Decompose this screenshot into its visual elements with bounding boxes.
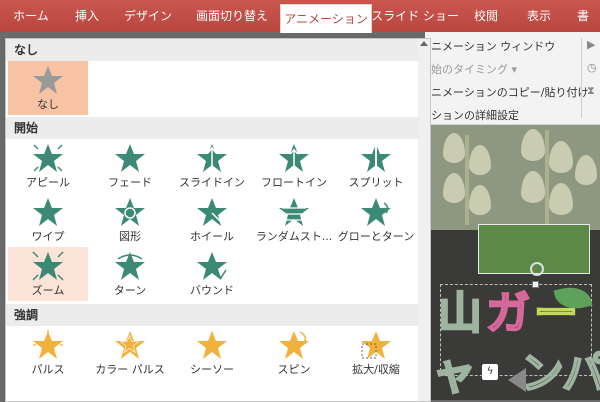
slide-title-char: ガ	[485, 288, 531, 339]
trigger-label: 始のタイミング	[431, 63, 508, 76]
animation-option[interactable]: フロートイン	[254, 139, 334, 193]
fern-leaf	[575, 155, 597, 185]
fern-leaf	[521, 171, 545, 203]
animation-option-label: バウンド	[190, 284, 234, 297]
hourglass-icon[interactable]: ⧗	[587, 84, 595, 98]
animation-option[interactable]: ランダムスト...	[254, 193, 334, 247]
speaker-icon	[508, 368, 526, 392]
fern-stem	[465, 135, 469, 225]
animation-option-label: スプリット	[348, 176, 404, 189]
tab-animations[interactable]: アニメーション	[280, 4, 372, 33]
animation-option[interactable]: ズーム	[8, 247, 88, 301]
animation-option[interactable]: 図形	[90, 193, 170, 247]
animation-option[interactable]: ターン	[90, 247, 170, 301]
animation-option-label: スピン	[277, 363, 311, 376]
animation-window-button[interactable]: ニメーション ウィンドウ	[431, 38, 555, 54]
advanced-animation-label: ションの詳細設定	[431, 109, 519, 122]
fern-leaf	[443, 133, 465, 163]
animation-option-label: なし	[37, 98, 59, 111]
animation-option-label: スライドイン	[179, 176, 245, 189]
animation-option[interactable]: スピン	[254, 326, 334, 380]
rotate-handle[interactable]	[530, 262, 544, 276]
slide-background-pattern	[425, 125, 600, 230]
fern-leaf	[443, 173, 465, 203]
animation-option-label: シーソー	[190, 363, 234, 376]
animation-option[interactable]: スライドイン	[172, 139, 252, 193]
animation-option[interactable]: アピール	[8, 139, 88, 193]
tab-view[interactable]: 表示	[512, 0, 566, 32]
tab-slideshow[interactable]: スライド ショー	[370, 0, 460, 32]
animation-option-label: フロートイン	[261, 176, 327, 189]
tab-extra[interactable]: 書	[566, 0, 600, 32]
fern-leaf	[549, 141, 573, 173]
chevron-down-icon: ▾	[511, 63, 518, 76]
animation-option-label: ホイール	[190, 230, 234, 243]
animation-option-label: カラー パルス	[95, 363, 165, 376]
animation-option[interactable]: フェード	[90, 139, 170, 193]
animation-option[interactable]: シーソー	[172, 326, 252, 380]
animation-gallery: なし 開始 強調 なしアピール フェード スライドイン フロートイン スプリットワイプ 図…	[5, 38, 420, 402]
scroll-up-icon[interactable]	[420, 41, 428, 46]
animation-option-label: ランダムスト...	[255, 230, 333, 243]
play-icon[interactable]: ▶	[587, 38, 595, 51]
animation-option[interactable]: パルス	[8, 326, 88, 380]
animation-option[interactable]: ワイプ	[8, 193, 88, 247]
trigger-button[interactable]: 始のタイミング ▾	[431, 61, 517, 77]
animation-option[interactable]: 拡大/収縮	[336, 326, 416, 380]
section-header-emphasis: 強調	[6, 304, 419, 326]
animation-option[interactable]: カラー パルス	[90, 326, 170, 380]
animation-painter-button[interactable]: ニメーションのコピー/貼り付け	[431, 84, 589, 100]
animation-option-label: アピール	[26, 176, 70, 189]
ribbon-tab-bar: ホーム 挿入 デザイン 画面切り替え アニメーション スライド ショー 校閲 表…	[0, 0, 600, 33]
animation-option-label: 図形	[119, 230, 141, 243]
resize-handle[interactable]	[532, 281, 539, 288]
fern-leaf	[469, 145, 491, 175]
animation-option[interactable]: バウンド	[172, 247, 252, 301]
tab-design[interactable]: デザイン	[112, 0, 184, 32]
advanced-animation-group: ニメーション ウィンドウ 始のタイミング ▾ ニメーションのコピー/貼り付け シ…	[425, 32, 600, 125]
tab-transitions[interactable]: 画面切り替え	[184, 0, 280, 32]
slide-subtitle-char: ン	[519, 348, 565, 399]
animation-option-label: ターン	[113, 284, 147, 297]
section-header-entrance: 開始	[6, 117, 419, 139]
fern-leaf	[469, 185, 491, 215]
animation-option-label: 拡大/収縮	[352, 363, 400, 376]
tab-review[interactable]: 校閲	[460, 0, 512, 32]
clock-icon[interactable]: ◷	[587, 61, 597, 74]
slide-subtitle-char: ャ	[431, 348, 477, 399]
animation-option[interactable]: なし	[8, 61, 88, 115]
fern-leaf	[549, 183, 573, 215]
lightning-icon[interactable]: ϟ	[482, 364, 498, 380]
animation-option[interactable]: ホイール	[172, 193, 252, 247]
section-header-none: なし	[6, 39, 419, 61]
gallery-scrollbar[interactable]	[418, 38, 431, 402]
fern-leaf	[521, 129, 545, 161]
animation-option-label: ワイプ	[31, 230, 65, 243]
slide-subtitle-char: パ	[561, 348, 600, 399]
slide-title-char: 山	[437, 288, 483, 339]
animation-option[interactable]: グローとターン	[336, 193, 416, 247]
tab-insert[interactable]: 挿入	[62, 0, 112, 32]
fern-stem	[545, 130, 549, 225]
animation-option-label: ズーム	[31, 284, 65, 297]
tab-home[interactable]: ホーム	[0, 0, 62, 32]
animation-option[interactable]: スプリット	[336, 139, 416, 193]
animation-option-label: フェード	[108, 176, 152, 189]
animation-option-label: パルス	[31, 363, 65, 376]
animation-option-label: グローとターン	[337, 230, 415, 243]
ribbon-separator	[581, 38, 582, 118]
